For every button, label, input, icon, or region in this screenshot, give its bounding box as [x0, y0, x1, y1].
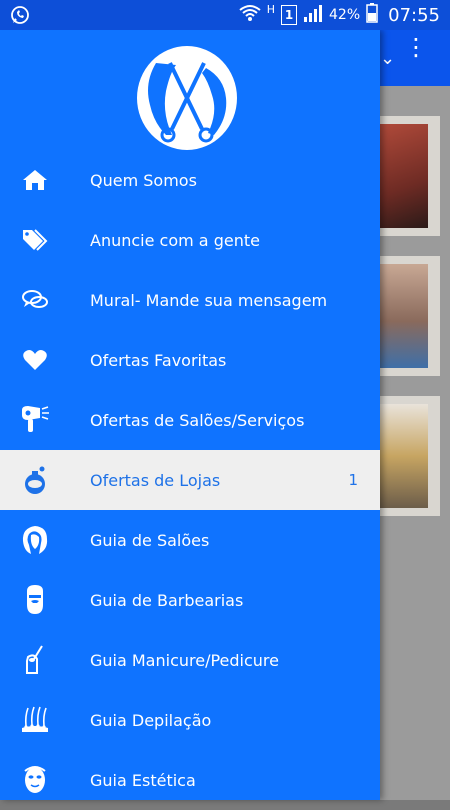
perfume-icon	[20, 465, 50, 495]
more-options-icon[interactable]: ⋮	[404, 35, 428, 59]
menu-item-guia-barbearias[interactable]: Guia de Barbearias	[0, 570, 380, 630]
menu-item-label: Guia Depilação	[90, 710, 212, 730]
signal-icon	[303, 4, 323, 26]
status-bar: H 1 42% 07:55	[0, 0, 450, 30]
salon-logo-icon	[137, 46, 237, 150]
menu-item-guia-saloes[interactable]: Guia de Salões	[0, 510, 380, 570]
tags-icon	[20, 225, 50, 255]
menu-item-label: Guia Estética	[90, 770, 196, 790]
menu-item-label: Mural- Mande sua mensagem	[90, 290, 328, 310]
whatsapp-icon	[10, 5, 30, 29]
menu-item-label: Ofertas de Salões/Serviços	[90, 410, 305, 430]
menu-item-ofertas-lojas[interactable]: Ofertas de Lojas 1	[0, 450, 380, 510]
menu-item-label: Anuncie com a gente	[90, 230, 260, 250]
menu-item-ofertas-saloes[interactable]: Ofertas de Salões/Serviços	[0, 390, 380, 450]
sim-badge: 1	[281, 5, 297, 25]
drawer-menu: Quem Somos Anuncie com a gente Mural- Ma…	[0, 150, 380, 810]
drawer-header	[0, 30, 380, 150]
chat-bubbles-icon	[20, 285, 50, 315]
menu-item-label: Quem Somos	[90, 170, 197, 190]
menu-item-guia-estetica[interactable]: Guia Estética	[0, 750, 380, 810]
offer-image	[380, 124, 428, 228]
menu-item-label: Ofertas de Lojas	[90, 470, 221, 490]
menu-item-quem-somos[interactable]: Quem Somos	[0, 150, 380, 210]
search-icon[interactable]: ⌄	[380, 48, 395, 69]
heart-icon	[20, 345, 50, 375]
menu-item-ofertas-favoritas[interactable]: Ofertas Favoritas	[0, 330, 380, 390]
hair-dryer-icon	[20, 405, 50, 435]
menu-item-label: Guia Manicure/Pedicure	[90, 650, 279, 670]
menu-item-label: Guia de Salões	[90, 530, 210, 550]
battery-percent: 42%	[329, 7, 361, 23]
menu-item-mural[interactable]: Mural- Mande sua mensagem	[0, 270, 380, 330]
offer-card[interactable]	[374, 256, 440, 376]
menu-item-anuncie[interactable]: Anuncie com a gente	[0, 210, 380, 270]
navigation-drawer: Quem Somos Anuncie com a gente Mural- Ma…	[0, 30, 380, 800]
battery-icon	[366, 3, 378, 27]
menu-item-label: Ofertas Favoritas	[90, 350, 227, 370]
clock: 07:55	[388, 4, 440, 26]
offer-image	[380, 264, 428, 368]
nail-polish-icon	[20, 645, 50, 675]
woman-hair-icon	[20, 525, 50, 555]
face-mask-icon	[20, 765, 50, 795]
home-icon	[20, 165, 50, 195]
menu-item-label: Guia de Barbearias	[90, 590, 244, 610]
bearded-man-icon	[20, 585, 50, 615]
menu-item-guia-depilacao[interactable]: Guia Depilação	[0, 690, 380, 750]
offer-card[interactable]	[374, 116, 440, 236]
wifi-icon	[239, 4, 261, 26]
menu-item-guia-manicure[interactable]: Guia Manicure/Pedicure	[0, 630, 380, 690]
menu-item-count-badge: 1	[348, 471, 358, 489]
hair-removal-icon	[20, 705, 50, 735]
network-type-label: H	[266, 3, 275, 16]
offer-image	[380, 404, 428, 508]
offer-card[interactable]	[374, 396, 440, 516]
